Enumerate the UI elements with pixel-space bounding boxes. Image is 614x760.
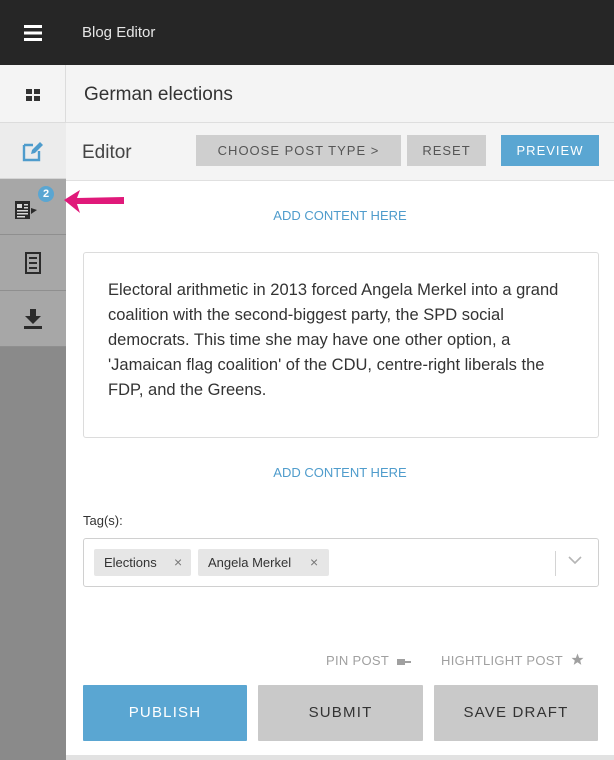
- archive-icon: [25, 252, 41, 274]
- editor-toolbar: Editor CHOOSE POST TYPE > RESET PREVIEW: [66, 123, 614, 181]
- sidebar-item-dashboard[interactable]: [0, 65, 66, 123]
- submit-button[interactable]: SUBMIT: [258, 685, 423, 741]
- posts-count-badge: 2: [38, 186, 54, 202]
- choose-post-type-button[interactable]: CHOOSE POST TYPE >: [196, 135, 401, 166]
- menu-icon: [24, 25, 42, 41]
- posts-icon: [15, 201, 37, 219]
- app-header: Blog Editor: [66, 0, 614, 65]
- reset-button[interactable]: RESET: [407, 135, 486, 166]
- star-icon: [571, 653, 584, 665]
- pin-post-label: PIN POST: [326, 653, 389, 668]
- tag-remove-icon[interactable]: ×: [310, 549, 318, 576]
- preview-button[interactable]: PREVIEW: [501, 135, 599, 166]
- save-draft-button[interactable]: SAVE DRAFT: [434, 685, 598, 741]
- sidebar: 2: [0, 0, 66, 760]
- pin-post-option[interactable]: PIN POST: [326, 653, 413, 668]
- page-title: German elections: [84, 84, 233, 105]
- sidebar-menu-button[interactable]: [0, 0, 66, 65]
- sidebar-item-download[interactable]: [0, 291, 66, 347]
- tag-remove-icon[interactable]: ×: [174, 549, 182, 576]
- text-content-block[interactable]: Electoral arithmetic in 2013 forced Ange…: [83, 252, 599, 438]
- chevron-down-icon[interactable]: [568, 556, 582, 565]
- highlight-post-option[interactable]: HIGHTLIGHT POST: [441, 653, 584, 668]
- sidebar-item-editor[interactable]: [0, 123, 66, 179]
- download-icon: [24, 309, 42, 329]
- sidebar-item-archive[interactable]: [0, 235, 66, 291]
- highlight-post-label: HIGHTLIGHT POST: [441, 653, 563, 668]
- tags-input[interactable]: Elections × Angela Merkel ×: [83, 538, 599, 587]
- publish-button[interactable]: PUBLISH: [83, 685, 247, 741]
- add-content-top-link[interactable]: ADD CONTENT HERE: [66, 208, 614, 223]
- bottom-divider: [66, 755, 614, 760]
- pin-icon: [396, 658, 411, 665]
- app-title: Blog Editor: [82, 24, 156, 41]
- tag-chip-label: Angela Merkel: [208, 555, 292, 570]
- editor-label: Editor: [82, 142, 132, 163]
- edit-icon: [22, 142, 43, 162]
- tags-label: Tag(s):: [83, 513, 123, 528]
- sidebar-item-posts[interactable]: 2: [0, 179, 66, 235]
- text-content-body: Electoral arithmetic in 2013 forced Ange…: [108, 281, 559, 399]
- add-content-bottom-link[interactable]: ADD CONTENT HERE: [66, 465, 614, 480]
- tags-divider: [555, 551, 556, 576]
- tag-chip-label: Elections: [104, 555, 157, 570]
- grid-icon: [26, 89, 40, 101]
- tag-chip: Angela Merkel ×: [198, 549, 329, 576]
- tag-chip: Elections ×: [94, 549, 191, 576]
- page-title-bar: German elections: [66, 65, 614, 123]
